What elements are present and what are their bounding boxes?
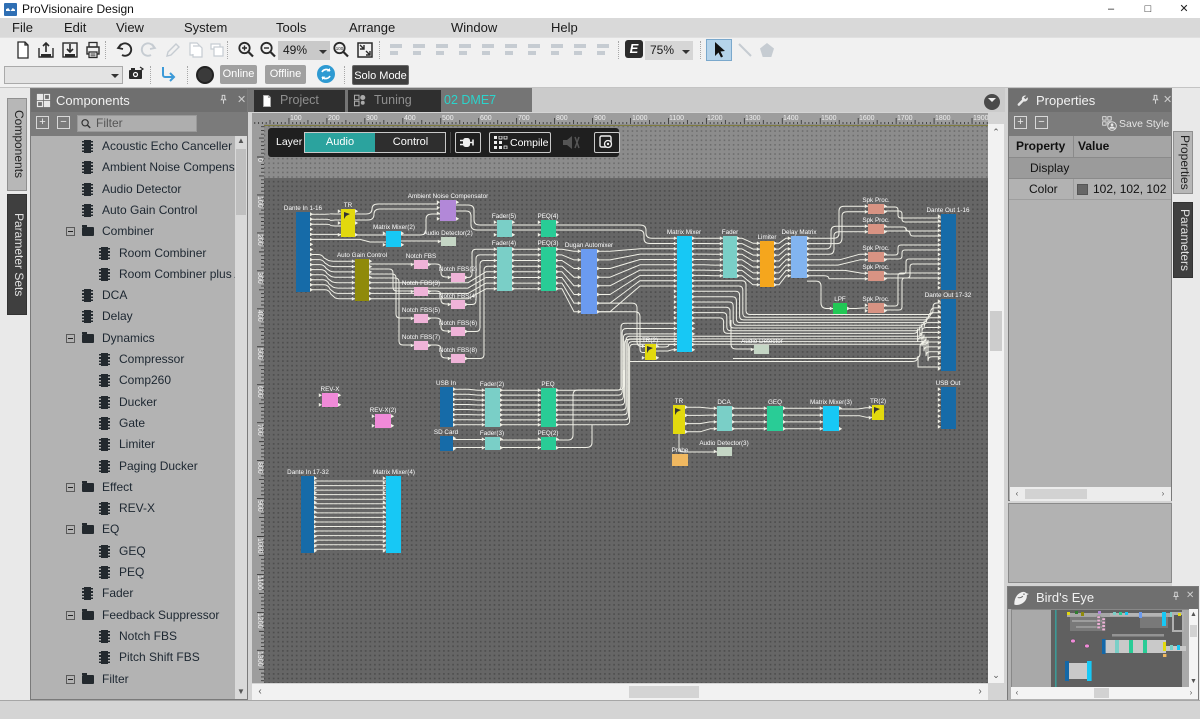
svg-text:1100: 1100 — [256, 575, 263, 590]
svg-text:DCA: DCA — [717, 399, 731, 406]
svg-text:Audio Detector: Audio Detector — [741, 338, 783, 345]
svg-text:Matrix Mixer(4): Matrix Mixer(4) — [373, 469, 415, 476]
svg-text:1400: 1400 — [783, 115, 799, 122]
svg-text:Dante In 17-32: Dante In 17-32 — [287, 469, 329, 476]
svg-text:Notch FBS(3): Notch FBS(3) — [402, 280, 440, 287]
svg-text:PEQ(3): PEQ(3) — [538, 240, 559, 247]
svg-text:TR: TR — [675, 398, 684, 405]
svg-text:100: 100 — [256, 196, 263, 208]
svg-text:0: 0 — [256, 158, 263, 162]
svg-text:1300: 1300 — [745, 115, 761, 122]
svg-text:Spk Proc.: Spk Proc. — [862, 296, 890, 303]
svg-text:TR(2): TR(2) — [870, 398, 886, 405]
svg-text:100: 100 — [290, 115, 302, 122]
svg-text:900: 900 — [256, 500, 263, 512]
svg-text:Audio Detector(3): Audio Detector(3) — [699, 440, 748, 447]
svg-text:Notch FBS(7): Notch FBS(7) — [402, 334, 440, 341]
svg-text:Ambient Noise Compensator: Ambient Noise Compensator — [408, 193, 489, 200]
svg-text:Fader(3): Fader(3) — [480, 430, 504, 437]
svg-text:1000: 1000 — [632, 115, 648, 122]
svg-text:USB In: USB In — [436, 380, 456, 387]
svg-text:1100: 1100 — [669, 115, 684, 122]
svg-text:300: 300 — [256, 272, 263, 284]
svg-text:1900: 1900 — [973, 115, 988, 122]
svg-text:200: 200 — [256, 234, 263, 246]
svg-text:Fader(5): Fader(5) — [492, 213, 516, 220]
svg-text:1700: 1700 — [897, 115, 913, 122]
svg-text:Fader: Fader — [722, 229, 738, 236]
svg-text:400: 400 — [404, 115, 416, 122]
svg-text:500: 500 — [442, 115, 454, 122]
svg-text:Probe: Probe — [672, 447, 689, 454]
svg-text:400: 400 — [256, 310, 263, 322]
svg-text:TR(2): TR(2) — [642, 337, 658, 344]
svg-text:Audio Detector(2): Audio Detector(2) — [423, 230, 472, 237]
svg-text:800: 800 — [556, 115, 568, 122]
svg-text:300: 300 — [366, 115, 378, 122]
svg-text:USB Out: USB Out — [936, 380, 961, 387]
svg-text:SD Card: SD Card — [434, 429, 459, 436]
svg-text:Dante Out 17-32: Dante Out 17-32 — [925, 292, 972, 299]
svg-text:Notch FBS: Notch FBS — [406, 253, 436, 260]
svg-text:Matrix Mixer: Matrix Mixer — [667, 229, 701, 236]
svg-text:1500: 1500 — [821, 115, 837, 122]
svg-text:Spk Proc.: Spk Proc. — [862, 264, 890, 271]
svg-text:Dante Out 1-16: Dante Out 1-16 — [926, 207, 970, 214]
svg-text:PEQ: PEQ — [541, 381, 554, 388]
svg-text:Notch FBS(8): Notch FBS(8) — [439, 347, 477, 354]
svg-text:200: 200 — [328, 115, 340, 122]
svg-text:800: 800 — [256, 462, 263, 474]
svg-text:Spk Proc.: Spk Proc. — [862, 245, 890, 252]
svg-text:TR: TR — [344, 202, 353, 209]
svg-text:Notch FBS(5): Notch FBS(5) — [402, 307, 440, 314]
svg-text:Matrix Mixer(3): Matrix Mixer(3) — [810, 399, 852, 406]
svg-text:Limiter: Limiter — [758, 234, 777, 241]
svg-text:500: 500 — [256, 348, 263, 360]
svg-text:600: 600 — [256, 386, 263, 398]
svg-text:Notch FBS(4): Notch FBS(4) — [439, 293, 477, 300]
svg-text:700: 700 — [256, 424, 263, 436]
svg-text:900: 900 — [594, 115, 606, 122]
svg-text:Matrix Mixer(2): Matrix Mixer(2) — [373, 224, 415, 231]
svg-text:Fader(2): Fader(2) — [480, 381, 504, 388]
svg-text:600: 600 — [480, 115, 492, 122]
svg-text:1200: 1200 — [256, 613, 263, 629]
svg-text:Auto Gain Control: Auto Gain Control — [337, 252, 387, 259]
svg-text:Dugan Automixer: Dugan Automixer — [565, 242, 613, 249]
svg-text:Spk Proc.: Spk Proc. — [862, 217, 890, 224]
svg-text:Fader(4): Fader(4) — [492, 240, 516, 247]
svg-text:REV-X: REV-X — [321, 386, 341, 393]
svg-text:PEQ(2): PEQ(2) — [538, 430, 559, 437]
svg-text:100: 100 — [336, 46, 344, 51]
svg-text:Notch FBS(6): Notch FBS(6) — [439, 320, 477, 327]
svg-text:PEQ(4): PEQ(4) — [538, 213, 559, 220]
svg-text:700: 700 — [518, 115, 530, 122]
svg-text:1200: 1200 — [707, 115, 723, 122]
svg-text:Dante In 1-16: Dante In 1-16 — [284, 205, 323, 212]
svg-text:1800: 1800 — [935, 115, 951, 122]
svg-text:Spk Proc.: Spk Proc. — [862, 197, 890, 204]
svg-text:1300: 1300 — [256, 651, 263, 667]
svg-text:GEQ: GEQ — [768, 399, 782, 406]
svg-text:Notch FBS(2): Notch FBS(2) — [439, 266, 477, 273]
svg-text:Delay Matrix: Delay Matrix — [782, 229, 818, 236]
svg-text:LPF: LPF — [834, 296, 846, 303]
svg-text:REV-X(2): REV-X(2) — [370, 407, 397, 414]
svg-text:1000: 1000 — [256, 538, 263, 554]
svg-text:1600: 1600 — [859, 115, 875, 122]
